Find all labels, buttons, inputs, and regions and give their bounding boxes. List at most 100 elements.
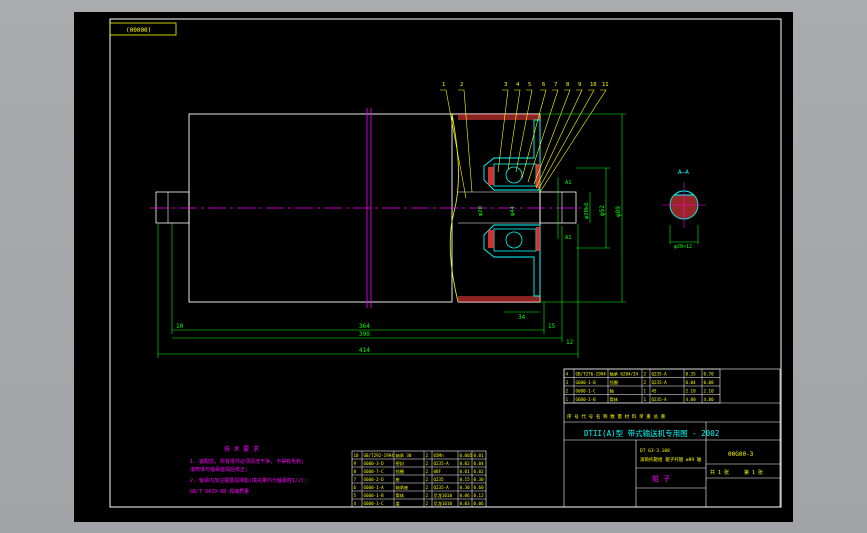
parts-cell: 2 xyxy=(426,469,429,474)
dim-15: 15 xyxy=(548,323,556,330)
parts-cell: G600-1-C xyxy=(576,389,597,394)
cad-viewport[interactable]: (00000) 1 2 3 4 5 6 7 8 9 10 11 364 390 … xyxy=(0,0,867,533)
sheet-index: 第 1 张 xyxy=(744,469,763,476)
parts-cell: 0.08 xyxy=(704,380,715,385)
section-dim: φ20×12 xyxy=(674,244,692,250)
leader-number: 11 xyxy=(602,82,609,88)
parts-cell: Q235-A xyxy=(434,461,450,466)
parts-cell: Q235-A xyxy=(652,372,668,377)
dim-12: 12 xyxy=(566,339,574,346)
parts-cell: 0.35 xyxy=(686,372,697,377)
parts-cell: 0.12 xyxy=(474,493,485,498)
parts-cell: 2 xyxy=(426,477,429,482)
parts-cell: 2 xyxy=(644,380,647,385)
parts-cell: 2 xyxy=(426,461,429,466)
leader-lines xyxy=(440,89,607,199)
parts-cell: 0.60 xyxy=(474,485,485,490)
parts-cell: 8 xyxy=(354,469,357,474)
parts-cell: G600-1-B xyxy=(576,380,597,385)
parts-cell: 45 xyxy=(652,389,658,394)
label-a1-upper: A1 xyxy=(565,180,572,186)
parts-cell: 0.03 xyxy=(460,501,471,506)
parts-cell: 0.01 xyxy=(460,469,471,474)
parts-cell: 0.30 xyxy=(460,485,471,490)
roller-drawing: (00000) 1 2 3 4 5 6 7 8 9 10 11 364 390 … xyxy=(109,18,782,508)
parts-cell: 6 xyxy=(354,485,357,490)
parts-cell: 0.15 xyxy=(460,477,471,482)
leader-number: 9 xyxy=(578,82,581,88)
parts-cell: G600-1-B xyxy=(576,397,597,402)
parts-cell: 0.70 xyxy=(704,372,715,377)
left-shaft-stub xyxy=(155,191,190,224)
title-text: DTII(A)型 带式输送机专用图 - 2002 xyxy=(584,428,719,438)
parts-cell: 4 xyxy=(354,501,357,506)
leader-number: 10 xyxy=(590,82,597,88)
parts-cell: 密封 xyxy=(396,460,404,467)
parts-cell: 2 xyxy=(426,485,429,490)
parts-cell: G600-1-C xyxy=(364,501,385,506)
section-label: A–A xyxy=(678,169,689,176)
label-a1-lower: A1 xyxy=(565,235,572,241)
parts-cell: Q235-A xyxy=(652,397,668,402)
leader-number: 4 xyxy=(516,82,520,88)
parts-cell: 7 xyxy=(354,477,357,482)
parts-cell: G600-1-B xyxy=(364,493,385,498)
title-block xyxy=(563,368,781,508)
parts-cell: 2 xyxy=(426,493,429,498)
parts-cell: 2.10 xyxy=(704,389,715,394)
parts-cell: 9 xyxy=(354,461,357,466)
dim-phi20: φ20 xyxy=(478,206,484,216)
drawing-sheet[interactable]: (00000) 1 2 3 4 5 6 7 8 9 10 11 364 390 … xyxy=(74,12,793,522)
parts-cell: G600-3-D xyxy=(364,461,385,466)
notes-line-3: 2. 轴承内加注锂基润滑脂(填充量约为轴承腔1/2); xyxy=(190,477,307,484)
dim-phi44: φ44 xyxy=(510,205,516,216)
parts-cell: GB/T276-1994 xyxy=(576,372,607,377)
parts-list-right: 4 GB/T276-1994 轴承 6204/Z4 2 Q235-A 0.35 0.70 3 G… xyxy=(563,368,721,404)
dim-phi20k6: φ20k6 xyxy=(584,202,590,219)
parts-cell: G600-7-C xyxy=(364,469,385,474)
parts-cell: 4 xyxy=(566,372,569,377)
parts-cell: 尼龙1010 xyxy=(434,500,453,507)
upper-bearing-housing xyxy=(483,119,541,191)
dim-414: 414 xyxy=(359,347,370,354)
parts-cell: 2 xyxy=(644,372,647,377)
parts-cell: 08F xyxy=(434,469,442,474)
notes-title: 技 术 要 求 xyxy=(224,445,259,453)
drawing-number: 00G00-3 xyxy=(728,451,754,458)
leader-number: 1 xyxy=(442,82,445,88)
parts-cell: 2 xyxy=(566,389,569,394)
parts-cell: 2 xyxy=(426,453,429,458)
notes-line-4: GB/T 9439-88 焊接质量 xyxy=(190,488,249,495)
leader-number: 7 xyxy=(554,82,557,88)
lower-bearing-housing xyxy=(483,224,541,297)
leader-number: 8 xyxy=(566,82,569,88)
dim-phi89: φ89 xyxy=(615,206,622,217)
parts-cell: 0.04 xyxy=(686,380,697,385)
parts-cell: 轴承座 xyxy=(396,484,409,491)
parts-cell: 盖 xyxy=(396,500,400,506)
notes-line-1: 1. 装配前, 所有零件必须清洗干净, 不得有毛刺; xyxy=(190,458,304,465)
parts-cell: 5 xyxy=(354,493,357,498)
parts-cell: Q235 xyxy=(434,477,445,482)
leader-number: 5 xyxy=(528,82,531,88)
title-line-1: DT 63-3.108 xyxy=(640,448,670,454)
parts-cell: 2.10 xyxy=(686,389,697,394)
parts-cell: 轴承 30 xyxy=(396,452,412,459)
parts-cell: 2 xyxy=(426,501,429,506)
parts-cell: 0.02 xyxy=(474,469,485,474)
parts-cell: 挡圈 xyxy=(396,468,404,475)
parts-cell: G600-1-A xyxy=(364,485,385,490)
notes-line-2: 滚筒体与轴承座焊后校正; xyxy=(190,466,248,473)
parts-cell: 0.005 xyxy=(460,453,473,458)
parts-cell: 0.06 xyxy=(460,493,471,498)
parts-cell: 0.06 xyxy=(474,501,485,506)
parts-cell: 4.80 xyxy=(704,397,715,402)
leader-number: 2 xyxy=(460,82,463,88)
leader-number: 6 xyxy=(542,82,545,88)
dimension-lines xyxy=(157,113,626,358)
header-row: 序 号 代 号 名 称 数 量 材 料 单 重 总 重 xyxy=(567,413,666,420)
parts-list-left: 10 GB/T292-1994 轴承 30 2 65Mn 0.005 0.019 G600-3… xyxy=(351,450,487,508)
parts-cell: Q235-A xyxy=(434,485,450,490)
parts-cell: 轴承 6204/Z4 xyxy=(610,371,639,378)
parts-cell: 1 xyxy=(644,389,647,394)
